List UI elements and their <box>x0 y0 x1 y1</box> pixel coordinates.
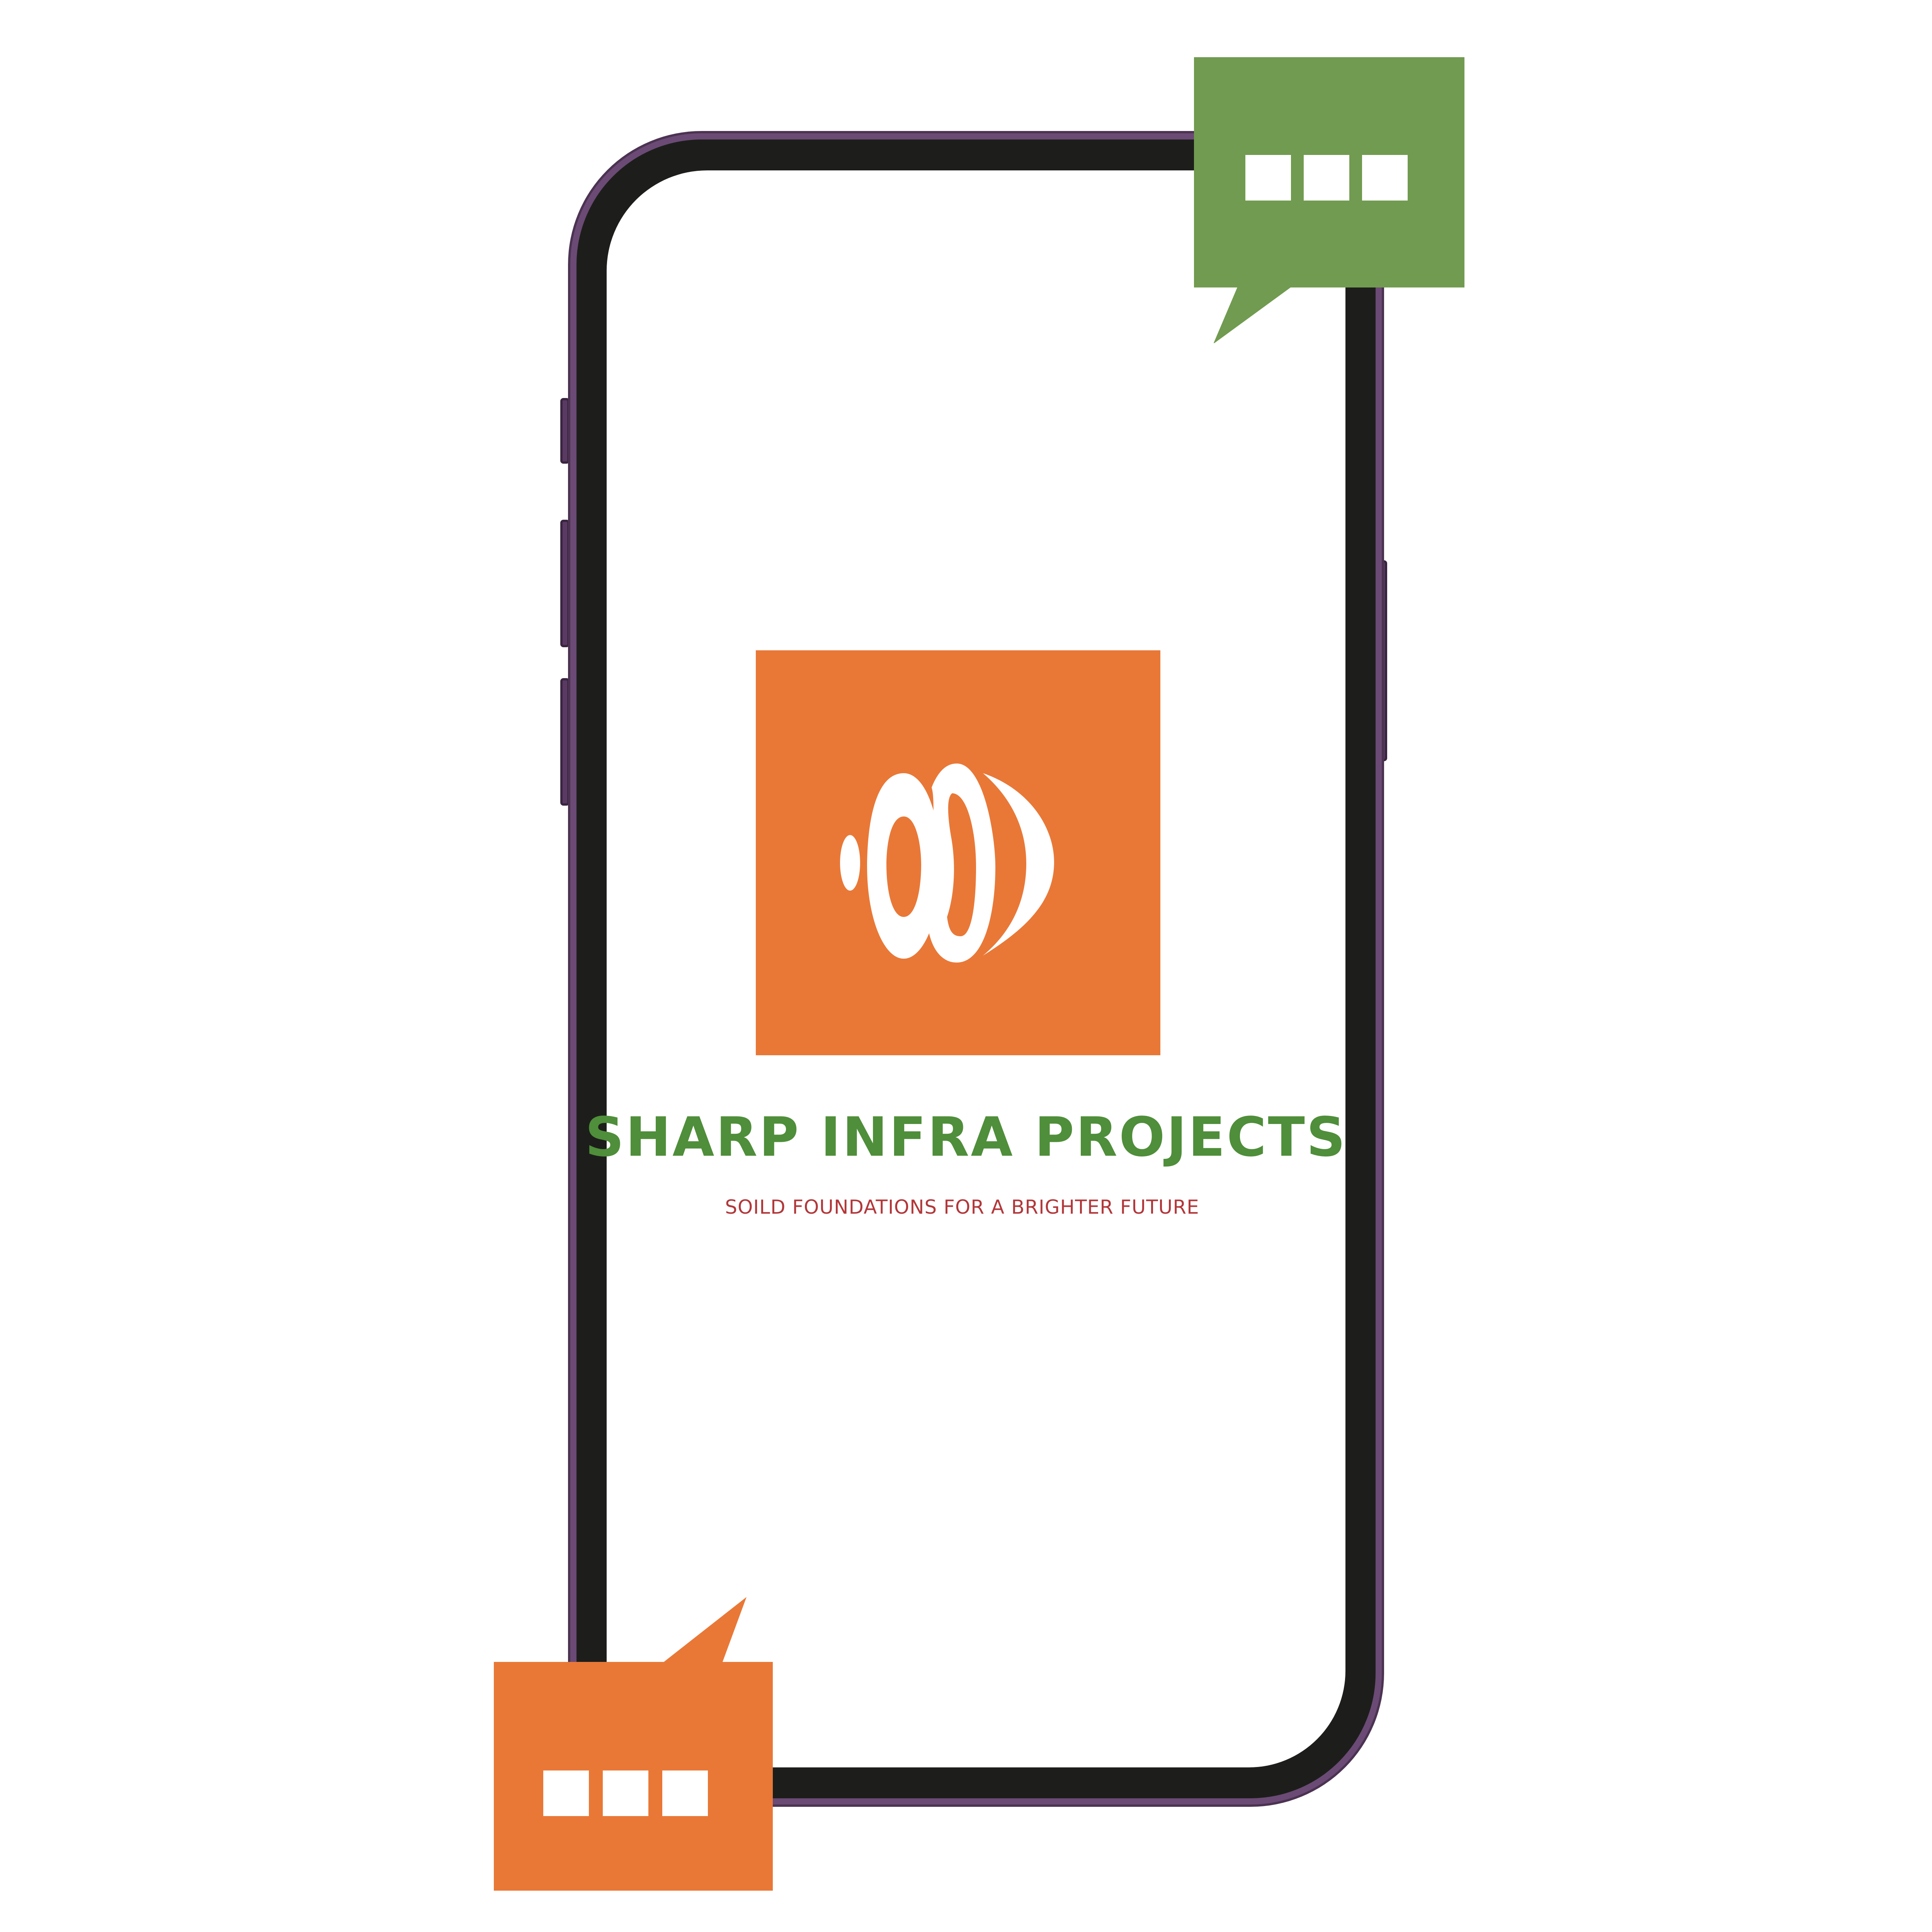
chat-bubble-icon <box>1194 57 1464 343</box>
phone-volume-down-button <box>560 678 570 806</box>
chat-bubble-icon <box>494 1597 773 1891</box>
phone-volume-up-button <box>560 520 570 647</box>
phone-mute-switch <box>560 398 570 464</box>
brand-tagline: SOILD FOUNDATIONS FOR A BRIGHTER FUTURE <box>725 1196 1199 1218</box>
chat-bubble-top <box>1194 57 1464 343</box>
illustration-canvas: SHARP INFRA PROJECTS SOILD FOUNDATIONS F… <box>0 0 1932 1932</box>
brand-name: SHARP INFRA PROJECTS <box>585 1106 1347 1169</box>
logo-tile <box>756 650 1160 1055</box>
sharp-infra-logo-icon <box>840 764 1054 963</box>
chat-bubble-bottom <box>494 1597 773 1891</box>
